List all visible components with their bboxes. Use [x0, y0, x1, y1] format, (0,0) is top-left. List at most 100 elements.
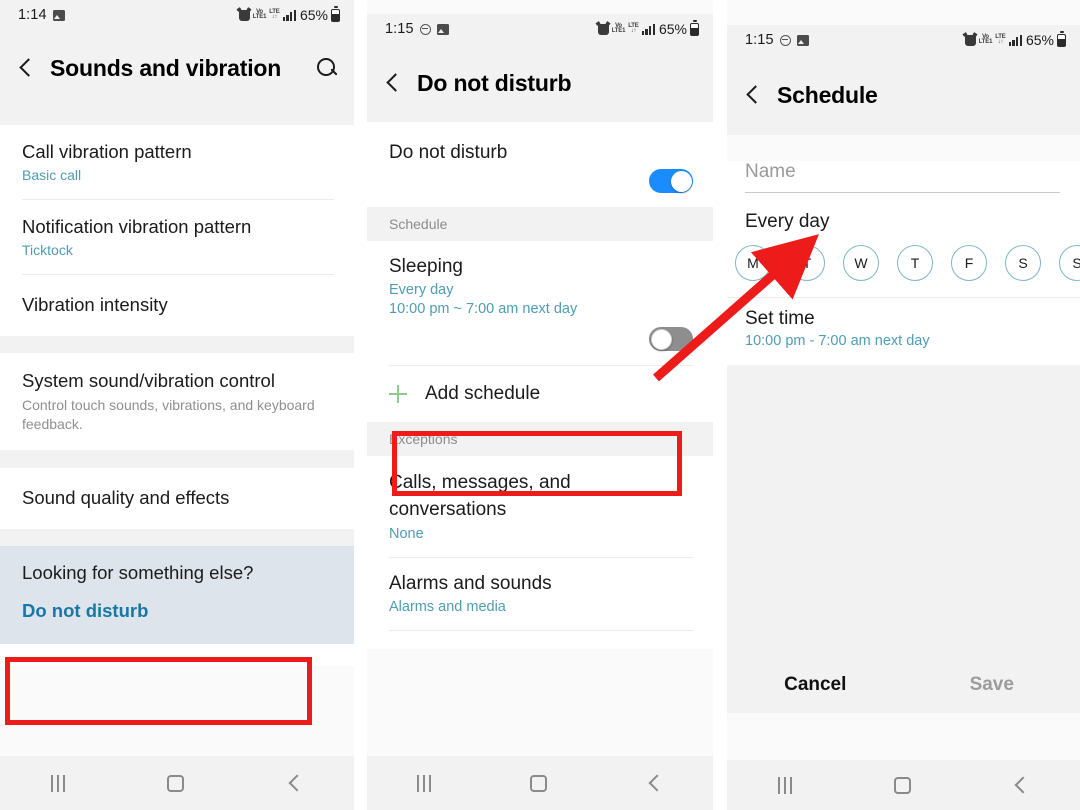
- dnd-master-row-block: Do not disturb: [367, 122, 713, 207]
- battery-percent: 65%: [658, 21, 687, 37]
- name-input[interactable]: Name: [745, 161, 1060, 192]
- list-item-sound-quality[interactable]: Sound quality and effects: [0, 468, 354, 529]
- settings-list-3: Sound quality and effects: [0, 468, 354, 529]
- signal-bars-icon: [282, 9, 296, 21]
- nav-bar-3: [727, 760, 1080, 810]
- day-chip-wed[interactable]: W: [843, 245, 879, 281]
- section-gap: [0, 450, 354, 468]
- list-item-title: Vibration intensity: [22, 294, 168, 315]
- form-filler: [727, 365, 1080, 657]
- day-chip-sat[interactable]: S: [1005, 245, 1041, 281]
- lte-icon: LTE ↓↑: [628, 22, 639, 34]
- day-chip-tue[interactable]: T: [789, 245, 825, 281]
- dnd-icon: [779, 34, 791, 46]
- page-title: Sounds and vibration: [50, 54, 282, 81]
- status-left: 1:15: [385, 21, 449, 37]
- nav-bar-2: [367, 756, 713, 810]
- lte-icon: LTE ↓↑: [995, 33, 1006, 45]
- home-icon[interactable]: [894, 776, 911, 794]
- screenshot-stage: 1:14 Vo LTE1 LTE ↓↑ 65% Sounds and vibrati…: [0, 0, 1080, 810]
- image-icon: [436, 23, 449, 35]
- list-item-subtitle-time: 10:00 pm ~ 7:00 am next day: [389, 301, 578, 317]
- recents-icon[interactable]: [416, 774, 431, 792]
- day-chip-mon[interactable]: M: [735, 245, 771, 281]
- status-left: 1:14: [18, 7, 65, 23]
- search-icon[interactable]: [316, 57, 338, 79]
- image-icon: [52, 9, 65, 21]
- phone-screenshot-2: 1:15 Vo LTE1 LTE ↓↑ 65% Do not disturb Do …: [367, 0, 713, 810]
- battery-percent: 65%: [299, 7, 328, 23]
- list-item-call-vibration[interactable]: Call vibration pattern Basic call: [0, 125, 354, 199]
- alarm-icon: [597, 23, 609, 35]
- list-item-subtitle: Ticktock: [22, 242, 73, 258]
- back-chevron-icon[interactable]: [16, 58, 36, 78]
- list-item-title: Sound quality and effects: [22, 487, 230, 508]
- sleeping-toggle-wrap: [367, 321, 713, 365]
- day-chip-thu[interactable]: T: [897, 245, 933, 281]
- volte-icon: Vo LTE1: [978, 33, 993, 45]
- list-item-sleeping-schedule[interactable]: Sleeping Every day 10:00 pm ~ 7:00 am ne…: [367, 241, 713, 321]
- volte-icon: Vo LTE1: [611, 22, 626, 34]
- nav-bar-wrap-1: [0, 756, 354, 810]
- battery-percent: 65%: [1025, 32, 1054, 48]
- battery-icon: [690, 20, 699, 36]
- status-bar-3: 1:15 Vo LTE1 LTE ↓↑ 65%: [727, 25, 1080, 55]
- list-item-subtitle: Basic call: [22, 167, 82, 183]
- home-icon[interactable]: [530, 774, 548, 792]
- phone-screenshot-3: 1:15 Vo LTE1 LTE ↓↑ 65% Schedule Name Ev…: [727, 0, 1080, 810]
- save-button[interactable]: Save: [904, 674, 1080, 696]
- name-field-wrap: Name: [745, 161, 1060, 193]
- dnd-icon: [419, 23, 431, 35]
- settings-list-2: System sound/vibration control Control t…: [0, 353, 354, 450]
- do-not-disturb-link[interactable]: Do not disturb: [0, 590, 354, 644]
- back-chevron-icon[interactable]: [743, 85, 763, 105]
- back-icon[interactable]: [1013, 777, 1029, 793]
- list-item-title: Call vibration pattern: [22, 141, 192, 162]
- list-item-title: Sleeping: [389, 256, 463, 277]
- list-item-subtitle: Alarms and media: [389, 599, 506, 615]
- add-schedule-label: Add schedule: [425, 383, 541, 404]
- recents-icon[interactable]: [778, 776, 792, 794]
- volte-icon: Vo LTE1: [252, 8, 267, 20]
- list-item-alarms-and-sounds[interactable]: Alarms and sounds Alarms and media: [367, 558, 713, 630]
- status-time: 1:15: [385, 21, 414, 37]
- dnd-toggle[interactable]: [649, 169, 693, 193]
- list-item-calls-messages-conversations[interactable]: Calls, messages, and conversations None: [367, 456, 713, 557]
- list-item-notification-vibration[interactable]: Notification vibration pattern Ticktock: [0, 200, 354, 274]
- day-chip-fri[interactable]: F: [951, 245, 987, 281]
- back-icon[interactable]: [647, 775, 663, 791]
- exceptions-block: Calls, messages, and conversations None …: [367, 456, 713, 649]
- set-time-row[interactable]: Set time 10:00 pm - 7:00 am next day: [727, 297, 1080, 365]
- exceptions-section-header: Exceptions: [367, 422, 713, 456]
- back-icon[interactable]: [287, 775, 303, 791]
- signal-bars-icon: [641, 23, 655, 35]
- schedule-section-header: Schedule: [367, 207, 713, 241]
- list-item-system-sound-control[interactable]: System sound/vibration control Control t…: [0, 353, 354, 450]
- section-gap: [0, 336, 354, 353]
- day-chip-sun[interactable]: S: [1059, 245, 1080, 281]
- list-item-title: Alarms and sounds: [389, 573, 552, 594]
- list-item-subtitle: None: [389, 526, 424, 542]
- back-chevron-icon[interactable]: [383, 73, 403, 93]
- schedule-block: Sleeping Every day 10:00 pm ~ 7:00 am ne…: [367, 241, 713, 422]
- recents-icon[interactable]: [51, 774, 66, 792]
- looking-for-header: Looking for something else?: [22, 562, 254, 583]
- list-bottom-spacer: [367, 631, 713, 649]
- app-bar-3: Schedule: [727, 55, 1080, 135]
- page-title: Do not disturb: [417, 69, 572, 96]
- looking-for-something-else-block: Looking for something else? Do not distu…: [0, 546, 354, 644]
- list-item-vibration-intensity[interactable]: Vibration intensity: [0, 275, 354, 336]
- alarm-icon: [964, 34, 976, 46]
- list-item-do-not-disturb[interactable]: Do not disturb: [367, 122, 713, 169]
- battery-icon: [1057, 31, 1066, 47]
- day-selector: M T W T F S S: [727, 233, 1080, 297]
- status-right: Vo LTE1 LTE ↓↑ 65%: [238, 6, 340, 23]
- sleeping-toggle[interactable]: [649, 327, 693, 351]
- cancel-button[interactable]: Cancel: [727, 674, 904, 696]
- list-item-title: Do not disturb: [389, 142, 508, 163]
- add-schedule-button[interactable]: Add schedule: [367, 366, 713, 422]
- home-icon[interactable]: [167, 774, 185, 792]
- list-item-title: System sound/vibration control: [22, 370, 275, 391]
- section-gap: [0, 529, 354, 546]
- app-bar-2: Do not disturb: [367, 44, 713, 122]
